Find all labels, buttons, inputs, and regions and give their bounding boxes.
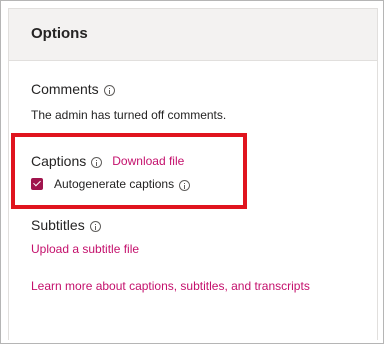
comments-info-icon[interactable]	[103, 84, 115, 96]
learn-more-link[interactable]: Learn more about captions, subtitles, an…	[31, 279, 310, 293]
screenshot-frame: Options Comments The admin has turned of…	[0, 0, 384, 344]
panel-title: Options	[31, 25, 88, 42]
comments-section-label: Comments	[31, 81, 115, 97]
subtitles-label: Subtitles	[31, 217, 85, 233]
comments-label: Comments	[31, 81, 99, 97]
upload-subtitle-link[interactable]: Upload a subtitle file	[31, 242, 139, 256]
subtitles-info-icon[interactable]	[89, 220, 101, 232]
subtitles-section-label: Subtitles	[31, 217, 101, 233]
panel-header: Options	[9, 9, 377, 61]
highlight-annotation-box	[11, 133, 247, 209]
comments-status-text: The admin has turned off comments.	[31, 108, 227, 122]
